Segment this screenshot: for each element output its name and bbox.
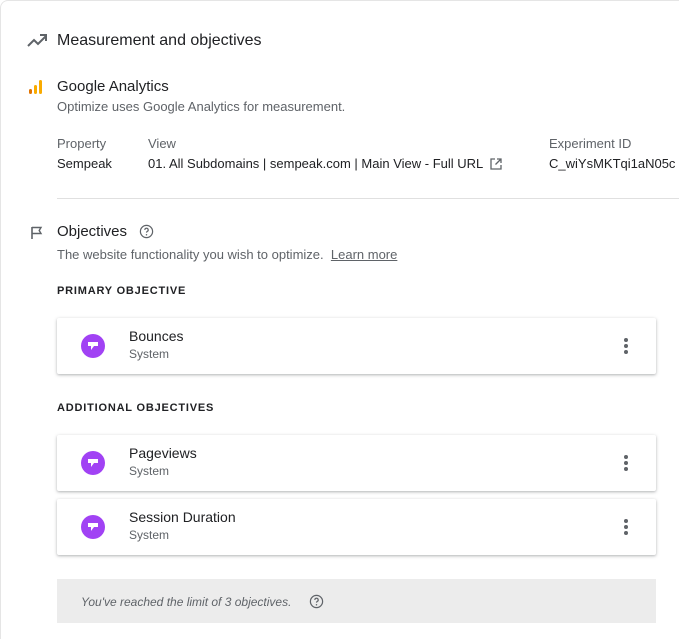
analytics-bars-icon [29,80,42,94]
more-vert-icon[interactable] [614,335,638,357]
goal-icon [81,515,105,539]
objective-source: System [129,528,170,542]
help-icon[interactable] [139,224,154,239]
objective-name: Session Duration [129,509,236,525]
measurement-title: Measurement and objectives [57,32,262,49]
more-vert-icon[interactable] [614,516,638,538]
open-in-new-icon[interactable] [490,158,503,170]
objectives-title: Objectives [57,223,128,240]
objective-card-session-duration[interactable]: Session Duration System [57,499,656,555]
objective-limit-message: You've reached the limit of 3 objectives… [81,594,324,609]
objectives-description: The website functionality you wish to op… [57,247,324,262]
objective-name: Bounces [129,328,184,344]
analytics-title: Google Analytics [57,78,169,95]
goal-icon [81,334,105,358]
experiment-id-clip: C_wiYsMKTqi1aN05c [549,156,679,171]
view-value-link[interactable]: 01. All Subdomains | sempeak.com | Main … [148,156,503,171]
objective-card-pageviews[interactable]: Pageviews System [57,435,656,491]
help-icon[interactable] [309,594,324,609]
flag-icon [31,226,43,239]
analytics-description: Optimize uses Google Analytics for measu… [57,99,346,114]
property-value: Sempeak [57,156,112,171]
divider [57,198,679,199]
property-label: Property [57,136,107,151]
objective-source: System [129,464,170,478]
goal-icon [81,451,105,475]
experiment-id-value: C_wiYsMKTqi1aN05c [549,156,676,171]
objective-limit-banner: You've reached the limit of 3 objectives… [57,579,656,623]
primary-objective-heading: PRIMARY OBJECTIVE [57,285,187,297]
limit-message-text: You've reached the limit of 3 objectives… [81,595,292,609]
objective-card-bounces[interactable]: Bounces System [57,318,656,374]
objective-name: Pageviews [129,445,197,461]
experiment-id-label: Experiment ID [549,136,632,151]
additional-objectives-heading: ADDITIONAL OBJECTIVES [57,402,215,414]
more-vert-icon[interactable] [614,452,638,474]
trending-up-icon [27,34,47,47]
objectives-description-row: The website functionality you wish to op… [57,247,397,262]
objective-source: System [129,347,170,361]
learn-more-link[interactable]: Learn more [331,247,397,262]
view-value: 01. All Subdomains | sempeak.com | Main … [148,156,483,171]
measurement-objectives-card: Measurement and objectives Google Analyt… [0,0,679,639]
view-label: View [148,136,176,151]
